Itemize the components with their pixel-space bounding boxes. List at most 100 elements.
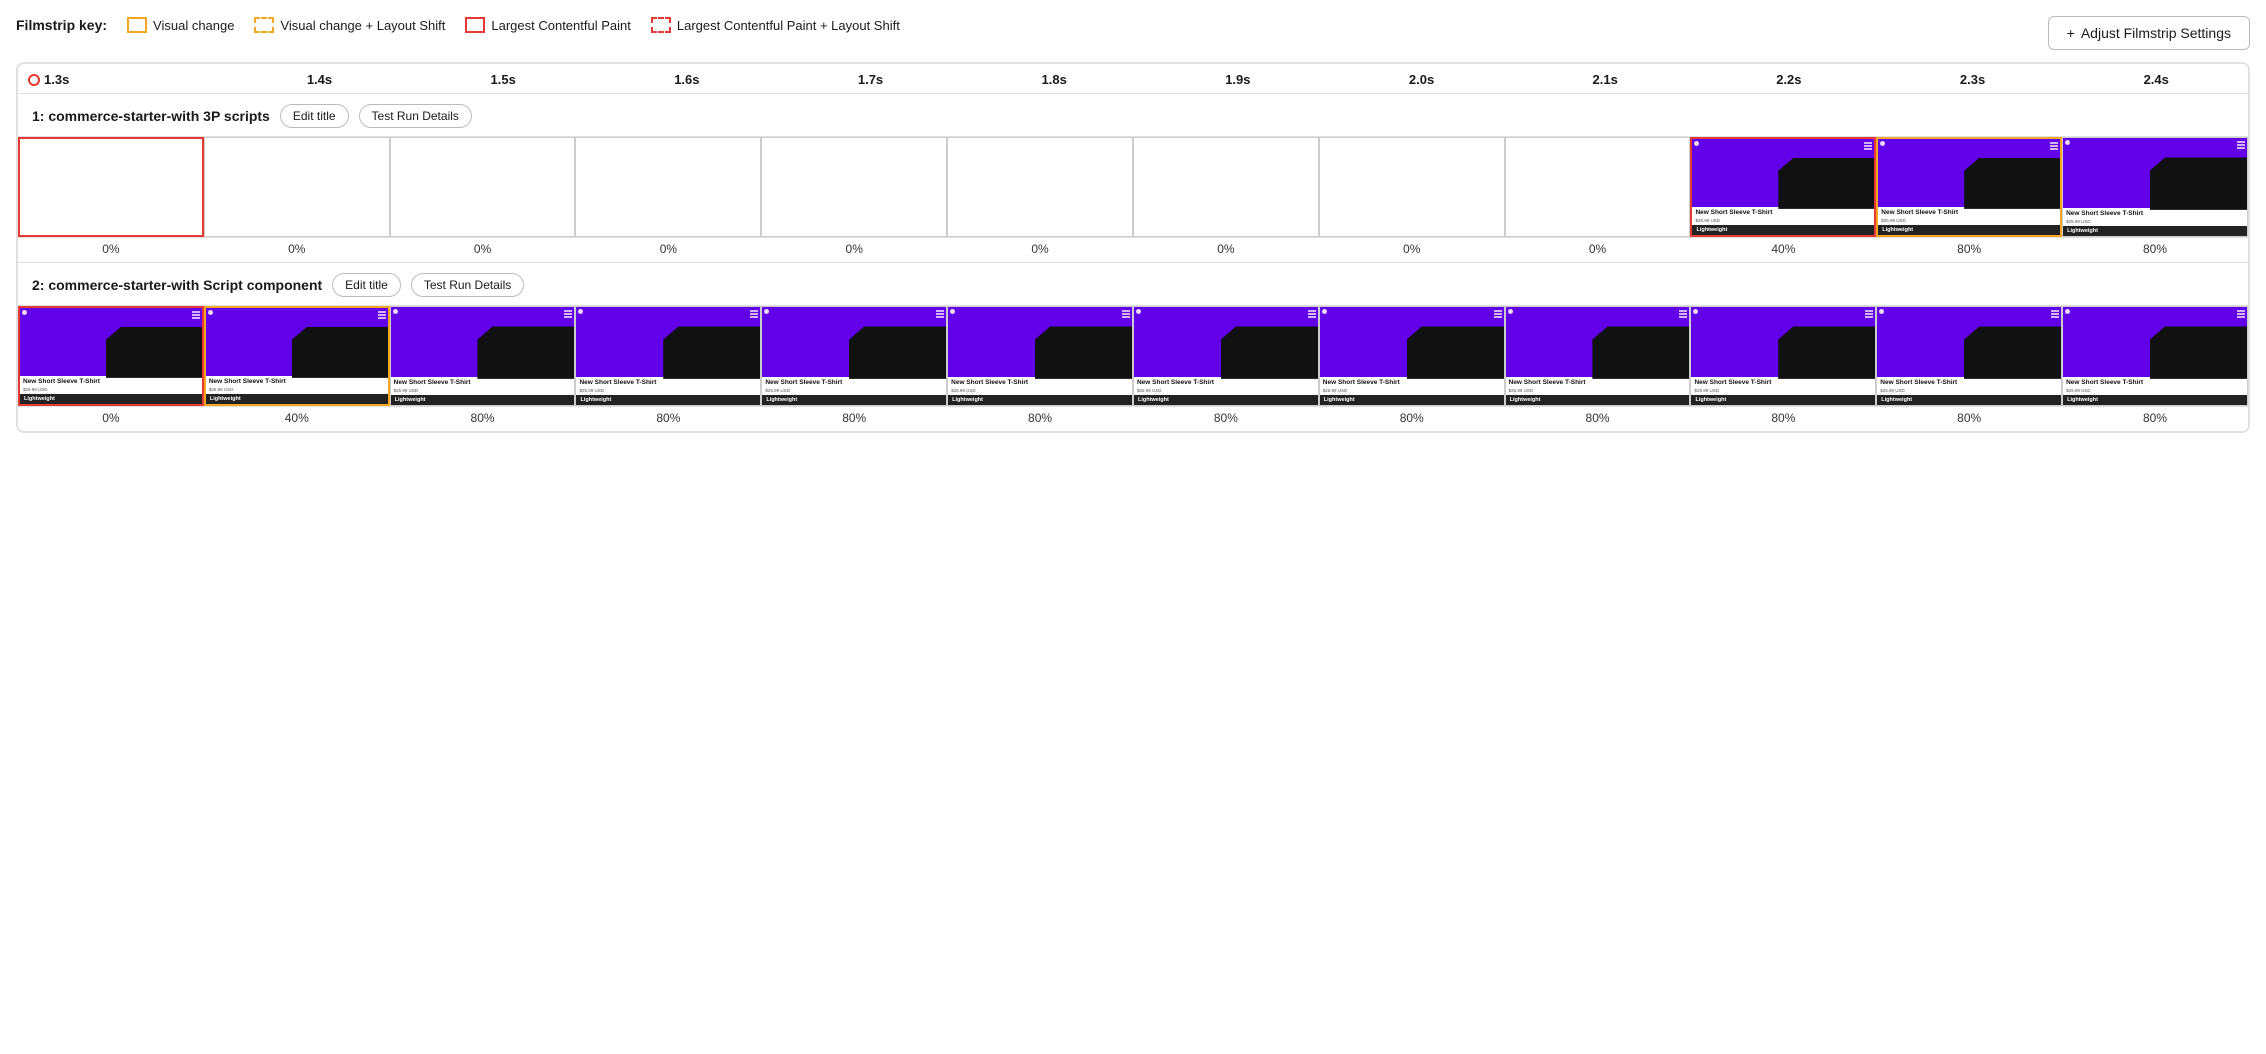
- frame-cell-f2-7[interactable]: New Short Sleeve T-Shirt$25.99 USDLightw…: [1133, 306, 1319, 406]
- frame-cell-f1-10[interactable]: New Short Sleeve T-Shirt$25.99 USDLightw…: [1690, 137, 1876, 237]
- pct-f1-3: 0%: [390, 238, 576, 262]
- legend-visual-change: Visual change: [127, 17, 234, 33]
- pct-f1-8: 0%: [1319, 238, 1505, 262]
- frame-cell-f1-4[interactable]: [575, 137, 761, 237]
- adjust-filmstrip-button[interactable]: + Adjust Filmstrip Settings: [2048, 16, 2250, 50]
- frame-img-f2-8[interactable]: New Short Sleeve T-Shirt$25.99 USDLightw…: [1319, 306, 1505, 406]
- frame-cell-f2-10[interactable]: New Short Sleeve T-Shirt$25.99 USDLightw…: [1690, 306, 1876, 406]
- frame-img-f2-11[interactable]: New Short Sleeve T-Shirt$25.99 USDLightw…: [1876, 306, 2062, 406]
- frame-cell-f2-5[interactable]: New Short Sleeve T-Shirt$25.99 USDLightw…: [761, 306, 947, 406]
- visual-change-icon: [127, 17, 147, 33]
- frame-cell-f1-3[interactable]: [390, 137, 576, 237]
- timeline-tick-5: 1.8s: [962, 72, 1146, 87]
- frame-img-f2-10[interactable]: New Short Sleeve T-Shirt$25.99 USDLightw…: [1690, 306, 1876, 406]
- frame-img-f2-6[interactable]: New Short Sleeve T-Shirt$25.99 USDLightw…: [947, 306, 1133, 406]
- legend-lcp-layout-shift-label: Largest Contentful Paint + Layout Shift: [677, 18, 900, 33]
- timeline-tick-4: 1.7s: [779, 72, 963, 87]
- frame-img-f2-9[interactable]: New Short Sleeve T-Shirt$25.99 USDLightw…: [1505, 306, 1691, 406]
- pct-f2-2: 40%: [204, 407, 390, 431]
- frame-cell-f1-2[interactable]: [204, 137, 390, 237]
- frame-cell-f2-11[interactable]: New Short Sleeve T-Shirt$25.99 USDLightw…: [1876, 306, 2062, 406]
- row-1-edit-title-button[interactable]: Edit title: [280, 104, 349, 128]
- frame-img-f2-1[interactable]: New Short Sleeve T-Shirt$25.99 USDLightw…: [18, 306, 204, 406]
- timeline-tick-9: 2.2s: [1697, 72, 1881, 87]
- pct-f1-6: 0%: [947, 238, 1133, 262]
- frame-img-f2-3[interactable]: New Short Sleeve T-Shirt$25.99 USDLightw…: [390, 306, 576, 406]
- frame-cell-f1-8[interactable]: [1319, 137, 1505, 237]
- row-2-edit-title-button[interactable]: Edit title: [332, 273, 401, 297]
- frame-img-f1-1[interactable]: [18, 137, 204, 237]
- frame-cell-f1-9[interactable]: [1505, 137, 1691, 237]
- timeline-tick-10: 2.3s: [1881, 72, 2065, 87]
- timeline-tick-2: 1.5s: [411, 72, 595, 87]
- pct-f2-9: 80%: [1505, 407, 1691, 431]
- frame-img-f2-4[interactable]: New Short Sleeve T-Shirt$25.99 USDLightw…: [575, 306, 761, 406]
- filmstrip-row-2: 2: commerce-starter-with Script componen…: [18, 263, 2248, 431]
- frame-img-f2-7[interactable]: New Short Sleeve T-Shirt$25.99 USDLightw…: [1133, 306, 1319, 406]
- timeline-tick-8: 2.1s: [1513, 72, 1697, 87]
- frame-cell-f1-11[interactable]: New Short Sleeve T-Shirt$25.99 USDLightw…: [1876, 137, 2062, 237]
- filmstrip-container: 1.3s1.4s1.5s1.6s1.7s1.8s1.9s2.0s2.1s2.2s…: [16, 62, 2250, 433]
- frame-img-f1-12[interactable]: New Short Sleeve T-Shirt$25.99 USDLightw…: [2062, 137, 2248, 237]
- frame-img-f1-5[interactable]: [761, 137, 947, 237]
- pct-f1-5: 0%: [761, 238, 947, 262]
- legend-visual-change-label: Visual change: [153, 18, 234, 33]
- row-2-title: 2: commerce-starter-with Script componen…: [32, 277, 322, 293]
- visual-change-layout-shift-icon: [254, 17, 274, 33]
- frame-cell-f2-8[interactable]: New Short Sleeve T-Shirt$25.99 USDLightw…: [1319, 306, 1505, 406]
- frame-cell-f2-1[interactable]: New Short Sleeve T-Shirt$25.99 USDLightw…: [18, 306, 204, 406]
- pct-f1-9: 0%: [1505, 238, 1691, 262]
- filmstrip-legend: Filmstrip key: Visual change Visual chan…: [16, 17, 900, 33]
- frame-img-f1-6[interactable]: [947, 137, 1133, 237]
- row-2-percentages: 0%40%80%80%80%80%80%80%80%80%80%80%: [18, 406, 2248, 431]
- frame-img-f2-2[interactable]: New Short Sleeve T-Shirt$25.99 USDLightw…: [204, 306, 390, 406]
- timeline-tick-3: 1.6s: [595, 72, 779, 87]
- legend-lcp-label: Largest Contentful Paint: [491, 18, 630, 33]
- frame-img-f1-3[interactable]: [390, 137, 576, 237]
- filmstrip-row-1: 1: commerce-starter-with 3P scripts Edit…: [18, 94, 2248, 263]
- row-1-percentages: 0%0%0%0%0%0%0%0%0%40%80%80%: [18, 237, 2248, 262]
- pct-f1-11: 80%: [1876, 238, 2062, 262]
- timeline-tick-11: 2.4s: [2064, 72, 2248, 87]
- frame-cell-f1-7[interactable]: [1133, 137, 1319, 237]
- row-2-test-run-details-button[interactable]: Test Run Details: [411, 273, 524, 297]
- frame-img-f2-5[interactable]: New Short Sleeve T-Shirt$25.99 USDLightw…: [761, 306, 947, 406]
- frame-cell-f1-5[interactable]: [761, 137, 947, 237]
- pct-f2-7: 80%: [1133, 407, 1319, 431]
- frame-img-f1-4[interactable]: [575, 137, 761, 237]
- frame-img-f2-12[interactable]: New Short Sleeve T-Shirt$25.99 USDLightw…: [2062, 306, 2248, 406]
- pct-f1-1: 0%: [18, 238, 204, 262]
- pct-f2-8: 80%: [1319, 407, 1505, 431]
- row-1-header: 1: commerce-starter-with 3P scripts Edit…: [18, 94, 2248, 136]
- frame-cell-f2-12[interactable]: New Short Sleeve T-Shirt$25.99 USDLightw…: [2062, 306, 2248, 406]
- frame-cell-f1-6[interactable]: [947, 137, 1133, 237]
- frame-cell-f2-3[interactable]: New Short Sleeve T-Shirt$25.99 USDLightw…: [390, 306, 576, 406]
- frame-img-f1-10[interactable]: New Short Sleeve T-Shirt$25.99 USDLightw…: [1690, 137, 1876, 237]
- pct-f2-12: 80%: [2062, 407, 2248, 431]
- legend-label: Filmstrip key:: [16, 17, 107, 33]
- pct-f2-6: 80%: [947, 407, 1133, 431]
- timeline-ticks: 1.3s1.4s1.5s1.6s1.7s1.8s1.9s2.0s2.1s2.2s…: [40, 72, 2248, 87]
- pct-f1-7: 0%: [1133, 238, 1319, 262]
- pct-f2-10: 80%: [1690, 407, 1876, 431]
- timeline-tick-1: 1.4s: [228, 72, 412, 87]
- frame-cell-f2-2[interactable]: New Short Sleeve T-Shirt$25.99 USDLightw…: [204, 306, 390, 406]
- frame-cell-f2-6[interactable]: New Short Sleeve T-Shirt$25.99 USDLightw…: [947, 306, 1133, 406]
- frame-img-f1-11[interactable]: New Short Sleeve T-Shirt$25.99 USDLightw…: [1876, 137, 2062, 237]
- pct-f1-12: 80%: [2062, 238, 2248, 262]
- frame-img-f1-2[interactable]: [204, 137, 390, 237]
- timeline-tick-7: 2.0s: [1330, 72, 1514, 87]
- row-1-test-run-details-button[interactable]: Test Run Details: [359, 104, 472, 128]
- adjust-filmstrip-label: Adjust Filmstrip Settings: [2081, 25, 2231, 41]
- frame-cell-f2-4[interactable]: New Short Sleeve T-Shirt$25.99 USDLightw…: [575, 306, 761, 406]
- pct-f1-10: 40%: [1690, 238, 1876, 262]
- frame-cell-f1-12[interactable]: New Short Sleeve T-Shirt$25.99 USDLightw…: [2062, 137, 2248, 237]
- frame-img-f1-9[interactable]: [1505, 137, 1691, 237]
- frame-img-f1-8[interactable]: [1319, 137, 1505, 237]
- frame-cell-f1-1[interactable]: [18, 137, 204, 237]
- pct-f2-3: 80%: [390, 407, 576, 431]
- timeline-header: 1.3s1.4s1.5s1.6s1.7s1.8s1.9s2.0s2.1s2.2s…: [18, 64, 2248, 94]
- frame-cell-f2-9[interactable]: New Short Sleeve T-Shirt$25.99 USDLightw…: [1505, 306, 1691, 406]
- frame-img-f1-7[interactable]: [1133, 137, 1319, 237]
- pct-f2-4: 80%: [575, 407, 761, 431]
